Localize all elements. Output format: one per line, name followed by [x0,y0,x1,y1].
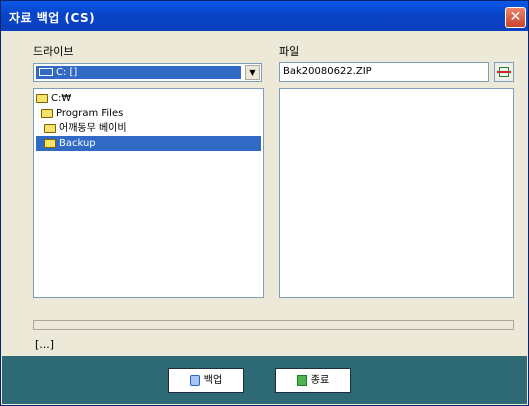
file-browse-icon [497,67,511,77]
tree-item-label: Program Files [56,108,124,119]
exit-icon [296,374,307,386]
exit-button[interactable]: 종료 [275,368,351,393]
drive-icon [39,68,53,76]
tree-item-label: Backup [59,138,96,149]
tree-item-program-files[interactable]: Program Files [41,106,123,121]
drive-dropdown-button[interactable]: ▼ [245,65,260,80]
file-name-field[interactable]: Bak20080622.ZIP [279,62,489,82]
exit-button-label: 종료 [310,375,330,386]
title-bar[interactable]: 자료 백업 (CS) ✕ [1,1,528,31]
folder-tree[interactable]: C:₩ Program Files 어깨동무 베이비 Backup [33,88,264,298]
file-label: 파일 [279,45,300,58]
drive-select[interactable]: C: [] ▼ [33,63,262,82]
backup-button-label: 백업 [203,375,223,386]
backup-button[interactable]: 백업 [168,368,244,393]
tree-item-label: C:₩ [51,93,72,104]
folder-open-icon [44,123,56,133]
folder-open-icon [44,138,56,148]
window-title: 자료 백업 (CS) [9,11,96,25]
progress-bar [33,320,514,330]
drive-label: 드라이브 [33,45,74,58]
drive-selected-text: C: [] [56,67,78,78]
tree-item-backup[interactable]: Backup [36,136,261,151]
tree-item-label: 어깨동무 베이비 [59,123,127,134]
close-button[interactable]: ✕ [505,7,526,28]
button-bar: 백업 종료 [2,356,527,404]
file-list[interactable] [279,88,514,298]
folder-open-icon [41,108,53,118]
tree-item-app-folder[interactable]: 어깨동무 베이비 [44,121,127,136]
chevron-down-icon: ▼ [249,68,256,77]
file-browse-button[interactable] [494,62,514,82]
backup-dialog: 자료 백업 (CS) ✕ 드라이브 C: [] ▼ 파일 Bak20080622… [0,0,529,406]
status-text: [...] [35,338,55,351]
close-icon: ✕ [509,9,522,25]
tree-item-root[interactable]: C:₩ [36,91,71,106]
dialog-body: 드라이브 C: [] ▼ 파일 Bak20080622.ZIP C:₩ Prog… [5,35,524,351]
backup-icon [189,374,200,386]
folder-open-icon [36,93,48,103]
drive-selected-value: C: [] [36,66,241,79]
